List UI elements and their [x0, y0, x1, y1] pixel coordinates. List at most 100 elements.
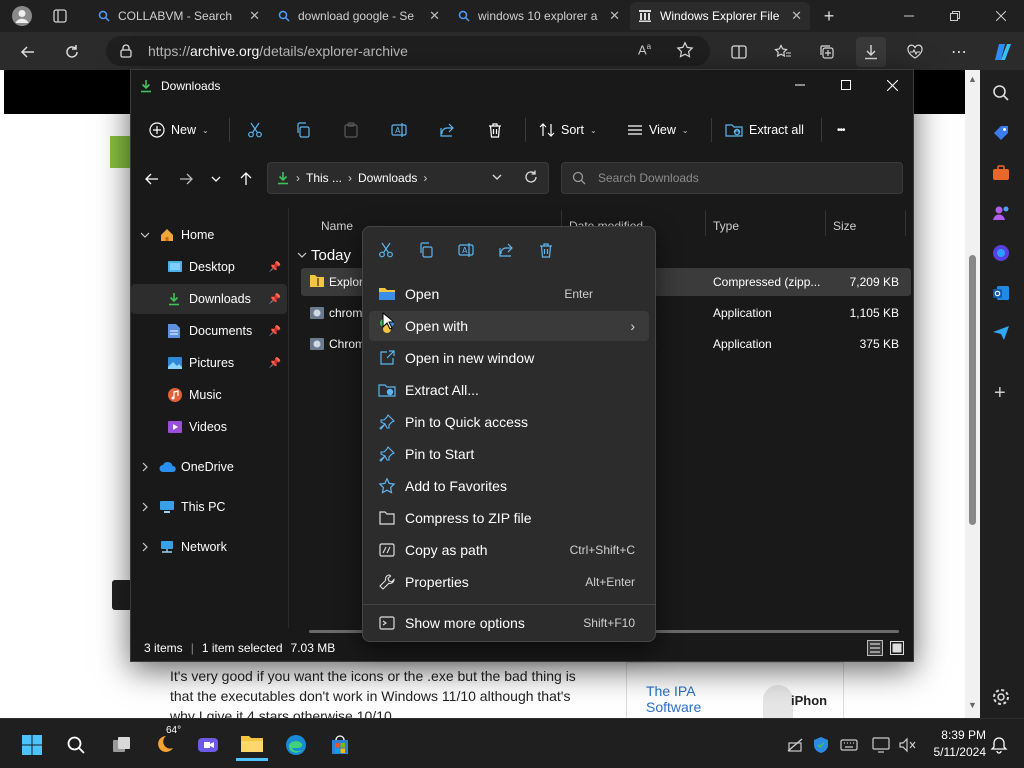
- delete-button[interactable]: [487, 110, 503, 150]
- task-view-icon[interactable]: [106, 729, 138, 761]
- back-arrow-icon[interactable]: [141, 168, 163, 190]
- column-header-name[interactable]: Name: [321, 214, 353, 238]
- view-button[interactable]: View ⌄: [627, 110, 689, 150]
- nav-item-downloads[interactable]: Downloads 📌: [131, 284, 287, 314]
- close-icon[interactable]: ✕: [429, 8, 440, 24]
- nav-item-videos[interactable]: Videos: [131, 412, 287, 442]
- ad-link[interactable]: The IPA Software: [646, 683, 701, 715]
- nav-item-onedrive[interactable]: OneDrive: [131, 452, 287, 482]
- screen-icon[interactable]: [868, 729, 894, 761]
- security-shield-icon[interactable]: [808, 729, 834, 761]
- rename-button[interactable]: A: [391, 110, 407, 150]
- share-button[interactable]: [439, 110, 455, 150]
- nav-item-home[interactable]: Home: [131, 220, 287, 250]
- column-divider[interactable]: [705, 210, 706, 236]
- pin-icon[interactable]: 📌: [269, 262, 281, 273]
- menu-item-add-favorites[interactable]: Add to Favorites: [369, 471, 649, 501]
- read-aloud-icon[interactable]: Aa: [638, 42, 651, 57]
- add-sidebar-icon[interactable]: +: [994, 383, 1006, 403]
- ctx-share-button[interactable]: [491, 235, 521, 265]
- browser-restore-icon[interactable]: [932, 0, 978, 32]
- chevron-down-icon[interactable]: [131, 230, 159, 240]
- tab-windows-explorer-file[interactable]: Windows Explorer File ✕: [630, 2, 810, 30]
- close-icon[interactable]: ✕: [609, 8, 620, 24]
- collections-icon[interactable]: [812, 37, 842, 67]
- nav-item-music[interactable]: Music: [131, 380, 287, 410]
- ctx-cut-button[interactable]: [371, 235, 401, 265]
- close-icon[interactable]: ✕: [791, 8, 802, 24]
- downloads-icon[interactable]: [856, 37, 886, 67]
- nav-item-desktop[interactable]: Desktop 📌: [131, 252, 287, 282]
- copilot-icon[interactable]: [988, 37, 1018, 67]
- menu-item-pin-start[interactable]: Pin to Start: [369, 439, 649, 469]
- scroll-down-icon[interactable]: ▼: [968, 700, 977, 710]
- ctx-delete-button[interactable]: [531, 235, 561, 265]
- menu-item-pin-quick-access[interactable]: Pin to Quick access: [369, 407, 649, 437]
- column-divider[interactable]: [825, 210, 826, 236]
- up-arrow-icon[interactable]: [235, 168, 257, 190]
- recent-locations-chevron-icon[interactable]: [207, 168, 225, 190]
- menu-item-extract-all[interactable]: Extract All...: [369, 375, 649, 405]
- games-icon[interactable]: [992, 204, 1010, 222]
- search-icon[interactable]: [992, 84, 1010, 102]
- tab-collabvm-search[interactable]: COLLABVM - Search ✕: [90, 2, 268, 30]
- pin-icon[interactable]: 📌: [269, 294, 281, 305]
- outlook-icon[interactable]: [992, 284, 1010, 302]
- menu-item-copy-path[interactable]: Copy as path Ctrl+Shift+C: [369, 535, 649, 565]
- url-bar[interactable]: https://archive.org/details/explorer-arc…: [106, 36, 710, 66]
- nav-item-documents[interactable]: Documents 📌: [131, 316, 287, 346]
- tab-windows10-explorer[interactable]: windows 10 explorer a ✕: [450, 2, 628, 30]
- browser-minimize-icon[interactable]: [886, 0, 932, 32]
- chevron-right-icon[interactable]: [131, 502, 159, 512]
- refresh-icon[interactable]: [58, 38, 86, 66]
- scroll-up-icon[interactable]: ▲: [968, 74, 977, 84]
- send-icon[interactable]: [992, 324, 1010, 342]
- nav-item-this-pc[interactable]: This PC: [131, 492, 287, 522]
- menu-item-open-with[interactable]: Open with ›: [369, 311, 649, 341]
- tiles-view-icon[interactable]: [889, 640, 905, 656]
- new-button[interactable]: New ⌄: [149, 110, 209, 150]
- breadcrumb-root[interactable]: This ...: [306, 171, 342, 185]
- refresh-icon[interactable]: [524, 170, 538, 184]
- start-windows-icon[interactable]: [16, 729, 48, 761]
- browser-essentials-icon[interactable]: [900, 37, 930, 67]
- favorites-icon[interactable]: [768, 37, 798, 67]
- keyboard-icon[interactable]: [836, 729, 862, 761]
- network-disconnected-icon[interactable]: [782, 729, 808, 761]
- more-options-icon[interactable]: ⋯: [944, 37, 974, 67]
- ctx-rename-button[interactable]: A: [451, 235, 481, 265]
- column-header-type[interactable]: Type: [713, 214, 739, 238]
- microsoft-store-icon[interactable]: [324, 729, 356, 761]
- details-view-icon[interactable]: [867, 640, 883, 656]
- nav-item-pictures[interactable]: Pictures 📌: [131, 348, 287, 378]
- search-downloads-input[interactable]: Search Downloads: [561, 162, 903, 194]
- chevron-right-icon[interactable]: [131, 462, 159, 472]
- sort-button[interactable]: Sort ⌄: [539, 110, 597, 150]
- nav-item-network[interactable]: Network: [131, 532, 287, 562]
- chevron-right-icon[interactable]: [131, 542, 159, 552]
- notifications-icon[interactable]: [986, 729, 1012, 761]
- pin-icon[interactable]: 📌: [269, 358, 281, 369]
- column-header-size[interactable]: Size: [833, 214, 856, 238]
- copy-button[interactable]: [295, 110, 311, 150]
- pin-icon[interactable]: 📌: [269, 326, 281, 337]
- close-icon[interactable]: ✕: [249, 8, 260, 24]
- copilot-sidebar-icon[interactable]: [992, 244, 1010, 262]
- explorer-close-icon[interactable]: [869, 70, 915, 100]
- system-clock[interactable]: 8:39 PM 5/11/2024: [922, 727, 987, 761]
- profile-avatar[interactable]: [8, 4, 36, 28]
- settings-gear-icon[interactable]: [992, 688, 1010, 706]
- paste-button[interactable]: [343, 110, 359, 150]
- new-tab-icon[interactable]: +: [818, 6, 840, 26]
- split-screen-icon[interactable]: [724, 37, 754, 67]
- weather-icon[interactable]: 64°: [148, 725, 181, 761]
- group-header-today[interactable]: Today: [297, 244, 351, 266]
- more-options-button[interactable]: •••: [837, 110, 845, 150]
- page-scroll-thumb[interactable]: [969, 255, 976, 525]
- menu-item-compress-zip[interactable]: Compress to ZIP file: [369, 503, 649, 533]
- meet-camera-icon[interactable]: [192, 729, 224, 761]
- menu-item-properties[interactable]: Properties Alt+Enter: [369, 567, 649, 597]
- address-dropdown-icon[interactable]: [492, 172, 502, 182]
- tab-download-google[interactable]: download google - Se ✕: [270, 2, 448, 30]
- breadcrumb-current[interactable]: Downloads: [358, 171, 417, 185]
